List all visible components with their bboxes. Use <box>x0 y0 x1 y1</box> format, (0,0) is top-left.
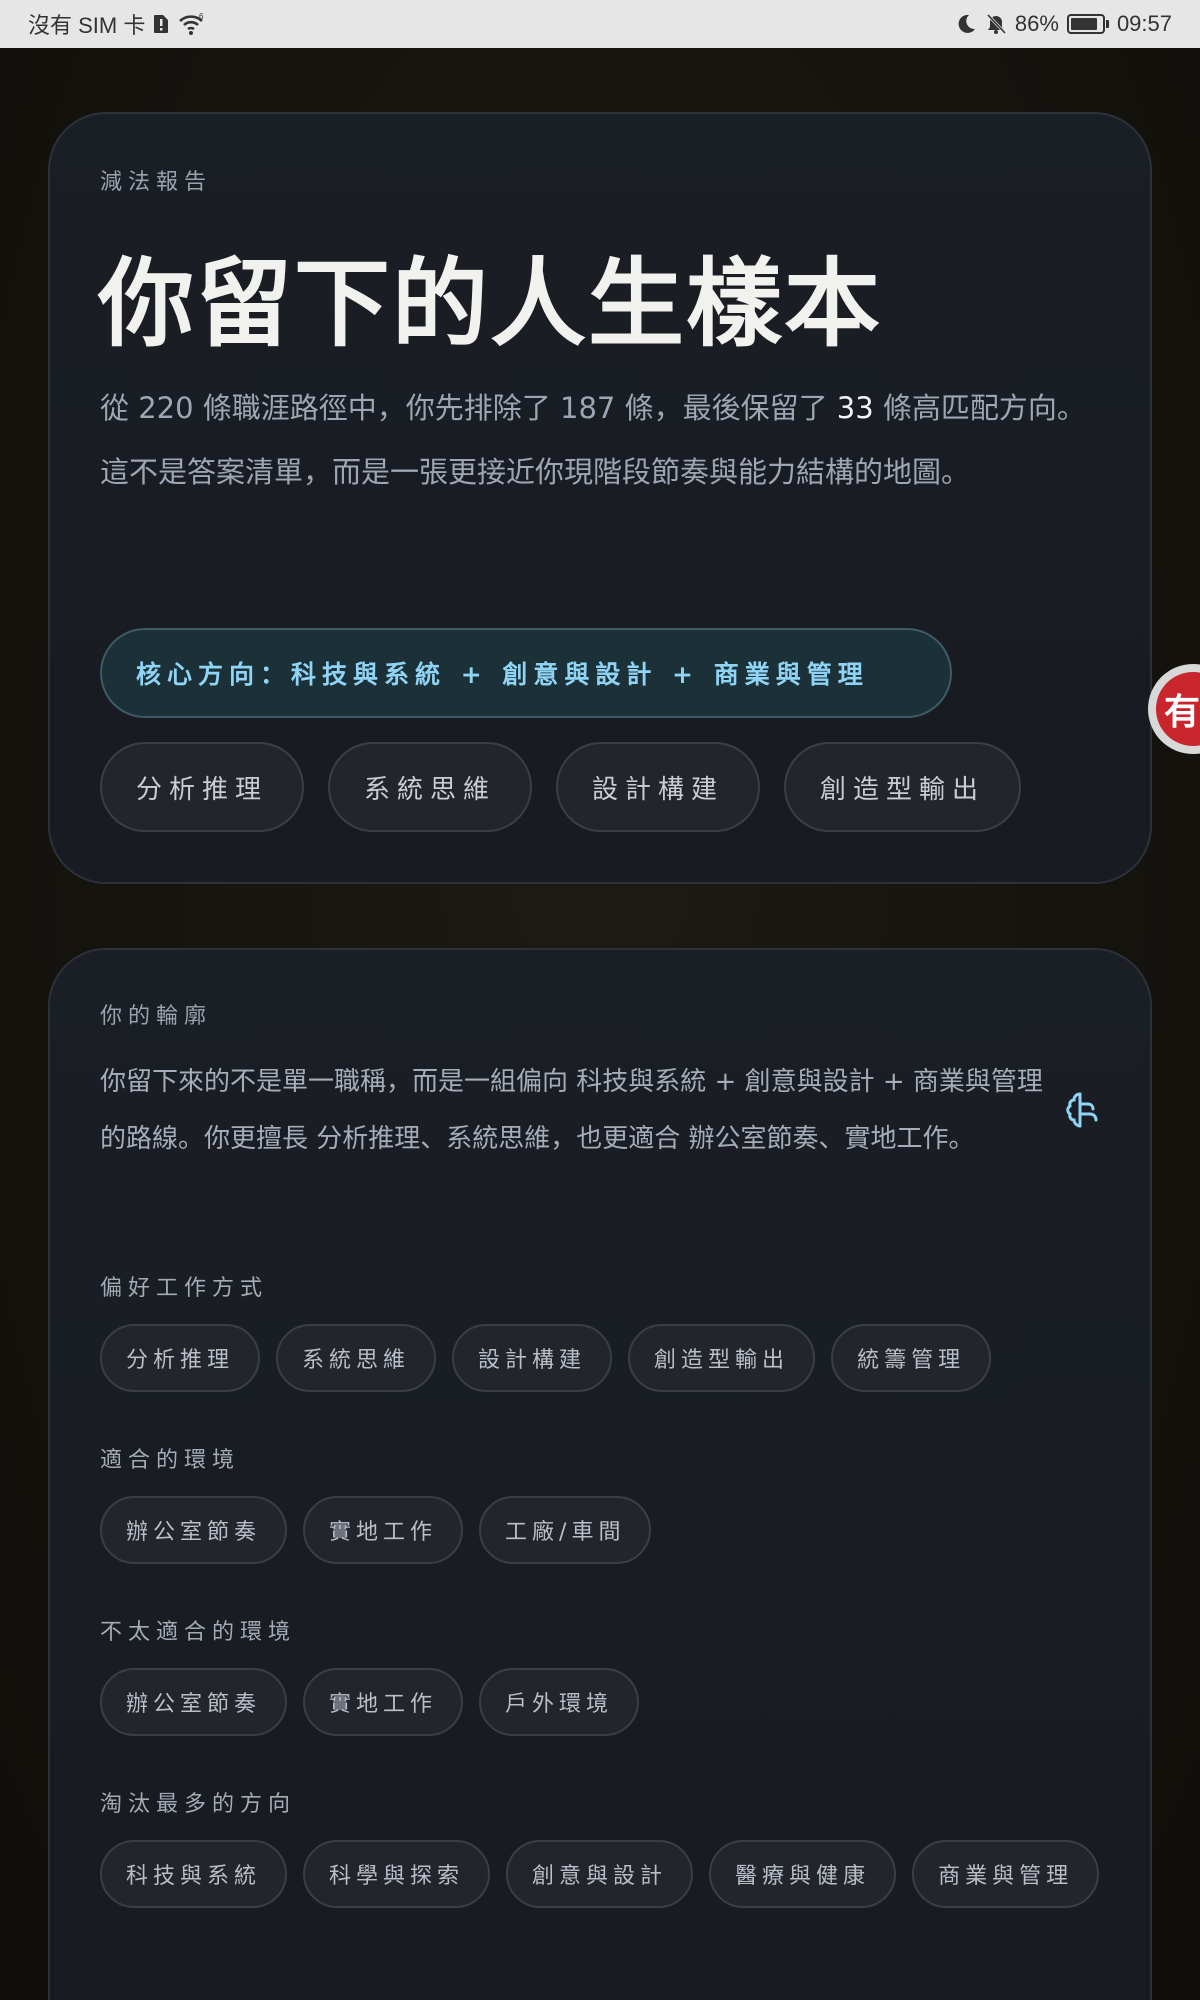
work-style-chip[interactable]: 分析推理 <box>100 1324 261 1392</box>
work-style-chip[interactable]: 系統思維 <box>276 1324 437 1392</box>
report-eyebrow: 減法報告 <box>100 170 213 195</box>
page: 沒有 SIM 卡 6 86% 09:57 減法報告 你留下的人生樣本 從 220… <box>0 0 1200 2000</box>
strength-chip[interactable]: 分析推理 <box>100 742 305 832</box>
bell-off-icon <box>985 13 1007 35</box>
section-label-suitable-env: 適合的環境 <box>100 1448 241 1473</box>
profile-eyebrow: 你的輪廓 <box>100 1004 213 1029</box>
work-style-chips: 分析推理 系統思維 設計構建 創造型輸出 統籌管理 <box>100 1324 1100 1392</box>
section-label-work-style: 偏好工作方式 <box>100 1276 269 1301</box>
strength-chips: 分析推理 系統思維 設計構建 創造型輸出 <box>100 742 1022 832</box>
svg-text:6: 6 <box>199 12 204 21</box>
strength-chip[interactable]: 設計構建 <box>556 742 761 832</box>
kept-count-highlight: 33 <box>836 391 874 425</box>
suitable-env-chip[interactable]: 辦公室節奏 <box>100 1496 288 1564</box>
profile-card: 你的輪廓 你留下來的不是單一職稱，而是一組偏向 科技與系統 + 創意與設計 + … <box>48 948 1152 2000</box>
suitable-env-chip[interactable]: 實地工作 <box>303 1496 464 1564</box>
report-card: 減法報告 你留下的人生樣本 從 220 條職涯路徑中，你先排除了 187 條，最… <box>48 112 1152 884</box>
battery-percent: 86% <box>1014 11 1059 36</box>
strength-chip[interactable]: 系統思維 <box>328 742 533 832</box>
strength-chip[interactable]: 創造型輸出 <box>784 742 1022 832</box>
unsuitable-env-chip[interactable]: 實地工作 <box>303 1668 464 1736</box>
clock: 09:57 <box>1116 11 1172 36</box>
wifi-6-icon: 6 <box>177 12 207 36</box>
section-label-unsuitable-env: 不太適合的環境 <box>100 1620 297 1645</box>
profile-summary: 你留下來的不是單一職稱，而是一組偏向 科技與系統 + 創意與設計 + 商業與管理… <box>100 1067 1043 1154</box>
eliminated-direction-chip[interactable]: 科技與系統 <box>100 1840 288 1908</box>
eliminated-direction-chip[interactable]: 科學與探索 <box>303 1840 491 1908</box>
work-style-chip[interactable]: 創造型輸出 <box>628 1324 816 1392</box>
floating-badge-glyph: 有 <box>1156 672 1200 746</box>
eliminated-direction-chip[interactable]: 創意與設計 <box>506 1840 694 1908</box>
section-label-eliminated: 淘汰最多的方向 <box>100 1792 297 1817</box>
suitable-env-chip[interactable]: 工廠/車間 <box>479 1496 652 1564</box>
suitable-env-chips: 辦公室節奏 實地工作 工廠/車間 <box>100 1496 1100 1564</box>
unsuitable-env-chips: 辦公室節奏 實地工作 戶外環境 <box>100 1668 1100 1736</box>
eliminated-direction-chip[interactable]: 醫療與健康 <box>709 1840 897 1908</box>
work-style-chip[interactable]: 設計構建 <box>452 1324 613 1392</box>
work-style-chip[interactable]: 統籌管理 <box>831 1324 992 1392</box>
eliminated-direction-chip[interactable]: 商業與管理 <box>912 1840 1100 1908</box>
brain-icon <box>1066 1090 1102 1134</box>
floating-badge[interactable]: 有 <box>1148 664 1200 754</box>
report-description: 從 220 條職涯路徑中，你先排除了 187 條，最後保留了 33 條高匹配方向… <box>100 376 1110 504</box>
moon-icon <box>955 13 977 35</box>
sim-alert-icon <box>153 14 169 34</box>
page-title: 你留下的人生樣本 <box>98 247 882 360</box>
unsuitable-env-chip[interactable]: 戶外環境 <box>479 1668 640 1736</box>
status-bar: 沒有 SIM 卡 6 86% 09:57 <box>0 0 1200 48</box>
description-text: 從 220 條職涯路徑中，你先排除了 187 條，最後保留了 <box>100 391 837 425</box>
eliminated-direction-chips: 科技與系統 科學與探索 創意與設計 醫療與健康 商業與管理 <box>100 1840 1100 1908</box>
unsuitable-env-chip[interactable]: 辦公室節奏 <box>100 1668 288 1736</box>
battery-icon <box>1066 14 1109 34</box>
carrier-label: 沒有 SIM 卡 <box>28 13 146 38</box>
core-direction-chip: 核心方向：科技與系統 + 創意與設計 + 商業與管理 <box>100 628 952 718</box>
